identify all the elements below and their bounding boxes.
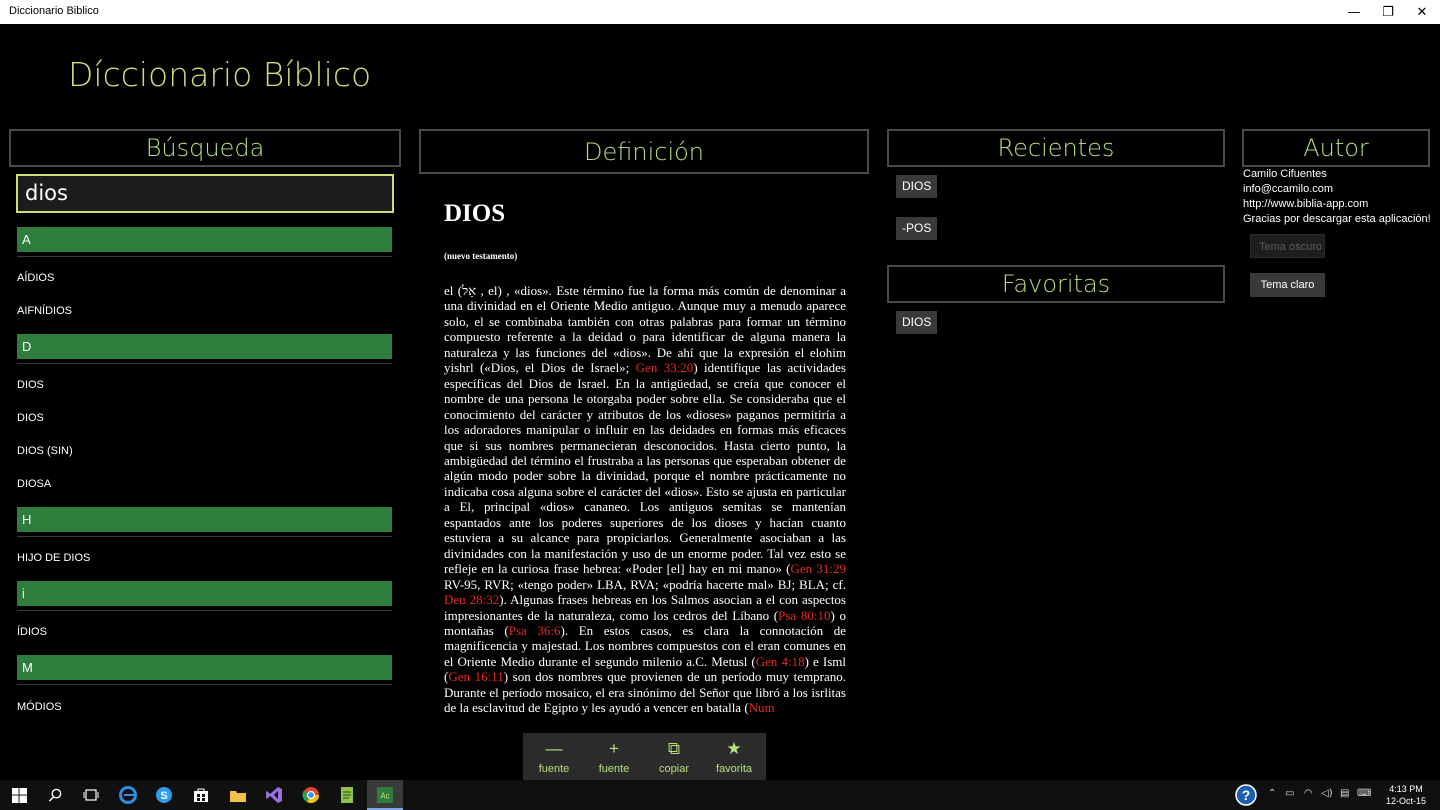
windows-start-icon[interactable] <box>8 784 30 806</box>
verse-link[interactable]: Gen 4:18 <box>756 654 805 669</box>
star-icon: ★ <box>726 739 742 758</box>
light-theme-button[interactable]: Tema claro <box>1250 273 1325 297</box>
divider <box>17 256 392 257</box>
group-header-a[interactable]: A <box>17 227 392 252</box>
list-item[interactable]: AIFNÍDIOS <box>17 305 72 317</box>
list-item[interactable]: AÍDIOS <box>17 272 54 284</box>
list-item[interactable]: DIOSA <box>17 478 51 490</box>
volume-icon[interactable]: ◁) <box>1321 788 1333 799</box>
close-button[interactable]: ✕ <box>1405 0 1439 24</box>
list-item[interactable]: DIOS (SIN) <box>17 445 73 457</box>
increase-font-button[interactable]: + fuente <box>584 733 644 780</box>
definition-subtitle: (nuevo testamento) <box>444 251 518 261</box>
verse-link[interactable]: Gen 31:29 <box>790 561 846 576</box>
copy-button[interactable]: ⧉ copiar <box>644 733 704 780</box>
search-input[interactable]: dios <box>16 174 394 213</box>
list-item[interactable]: MÓDIOS <box>17 701 62 713</box>
author-website[interactable]: http://www.biblia-app.com <box>1243 198 1368 210</box>
plus-icon: + <box>609 739 619 758</box>
svg-text:S: S <box>160 790 167 802</box>
taskbar: S Ac ? ⌃ ▭ ◠ ◁) ▤ ⌨ 4:13 PM 12-Oct-15 <box>0 780 1440 810</box>
definition-header: Definición <box>419 129 869 174</box>
author-name: Camilo Cifuentes <box>1243 168 1327 180</box>
dictionary-app-icon[interactable]: Ac <box>374 784 396 806</box>
search-icon[interactable] <box>44 784 66 806</box>
autor-header: Autor <box>1242 129 1430 167</box>
app-title: Díccionario Bíblico <box>68 55 372 94</box>
author-email[interactable]: info@ccamilo.com <box>1243 183 1333 195</box>
edge-browser-icon[interactable] <box>117 784 139 806</box>
command-bar: — fuente + fuente ⧉ copiar ★ favorita <box>523 733 766 780</box>
minus-icon: — <box>545 739 563 758</box>
notification-icon[interactable]: ▤ <box>1340 788 1349 799</box>
list-item[interactable]: HIJO DE DIOS <box>17 552 90 564</box>
group-header-h[interactable]: H <box>17 507 392 532</box>
verse-link[interactable]: Gen 16:11 <box>448 669 503 684</box>
copy-icon: ⧉ <box>667 739 681 758</box>
favoritas-header: Favoritas <box>887 265 1225 303</box>
keyboard-icon[interactable]: ⌨ <box>1357 788 1371 799</box>
recent-item[interactable]: -POS <box>896 217 938 240</box>
group-header-i[interactable]: i <box>17 581 392 606</box>
verse-link[interactable]: Num <box>749 700 775 715</box>
list-item[interactable]: DIOS <box>17 379 44 391</box>
file-explorer-icon[interactable] <box>227 784 249 806</box>
group-header-m[interactable]: M <box>17 655 392 680</box>
visual-studio-icon[interactable] <box>263 784 285 806</box>
chevron-up-icon[interactable]: ⌃ <box>1268 788 1276 799</box>
minimize-button[interactable]: — <box>1337 0 1371 24</box>
author-thanks: Gracias por descargar esta aplicación! <box>1243 213 1431 225</box>
svg-text:Ac: Ac <box>380 792 389 801</box>
favorite-button[interactable]: ★ favorita <box>704 733 764 780</box>
divider <box>17 363 392 364</box>
favorite-item[interactable]: DIOS <box>896 311 938 334</box>
clock-date: 12-Oct-15 <box>1385 796 1427 806</box>
recientes-header: Recientes <box>887 129 1225 167</box>
window-title: Diccionario Biblico <box>9 5 99 17</box>
verse-link[interactable]: Psa 80:10 <box>778 608 830 623</box>
dark-theme-button[interactable]: Tema oscuro <box>1250 234 1325 258</box>
definition-body: el (אֵל , el) , «dios». Este término fue… <box>444 283 846 716</box>
clock-time: 4:13 PM <box>1389 784 1423 794</box>
notepad-icon[interactable] <box>336 784 358 806</box>
recent-item[interactable]: DIOS <box>896 175 938 198</box>
task-view-icon[interactable] <box>80 784 102 806</box>
svg-text:?: ? <box>1242 787 1251 803</box>
store-icon[interactable] <box>190 784 212 806</box>
window-title-bar: Diccionario Biblico — ❐ ✕ <box>0 0 1440 24</box>
battery-icon[interactable]: ▭ <box>1285 788 1294 799</box>
decrease-font-button[interactable]: — fuente <box>524 733 584 780</box>
verse-link[interactable]: Psa 36:6 <box>509 623 561 638</box>
search-header: Búsqueda <box>9 129 401 167</box>
clock[interactable]: 4:13 PM 12-Oct-15 <box>1380 783 1432 807</box>
chrome-icon[interactable] <box>300 784 322 806</box>
list-item[interactable]: DIOS <box>17 412 44 424</box>
restore-button[interactable]: ❐ <box>1371 0 1405 24</box>
skype-icon[interactable]: S <box>153 784 175 806</box>
divider <box>17 610 392 611</box>
verse-link[interactable]: Deu 28:32 <box>444 592 499 607</box>
divider <box>17 536 392 537</box>
verse-link[interactable]: Gen 33:20 <box>636 360 694 375</box>
definition-title: DIOS <box>444 200 506 227</box>
wifi-icon[interactable]: ◠ <box>1304 788 1313 799</box>
divider <box>17 684 392 685</box>
list-item[interactable]: ÍDIOS <box>17 626 47 638</box>
help-icon[interactable]: ? <box>1234 784 1258 806</box>
group-header-d[interactable]: D <box>17 334 392 359</box>
